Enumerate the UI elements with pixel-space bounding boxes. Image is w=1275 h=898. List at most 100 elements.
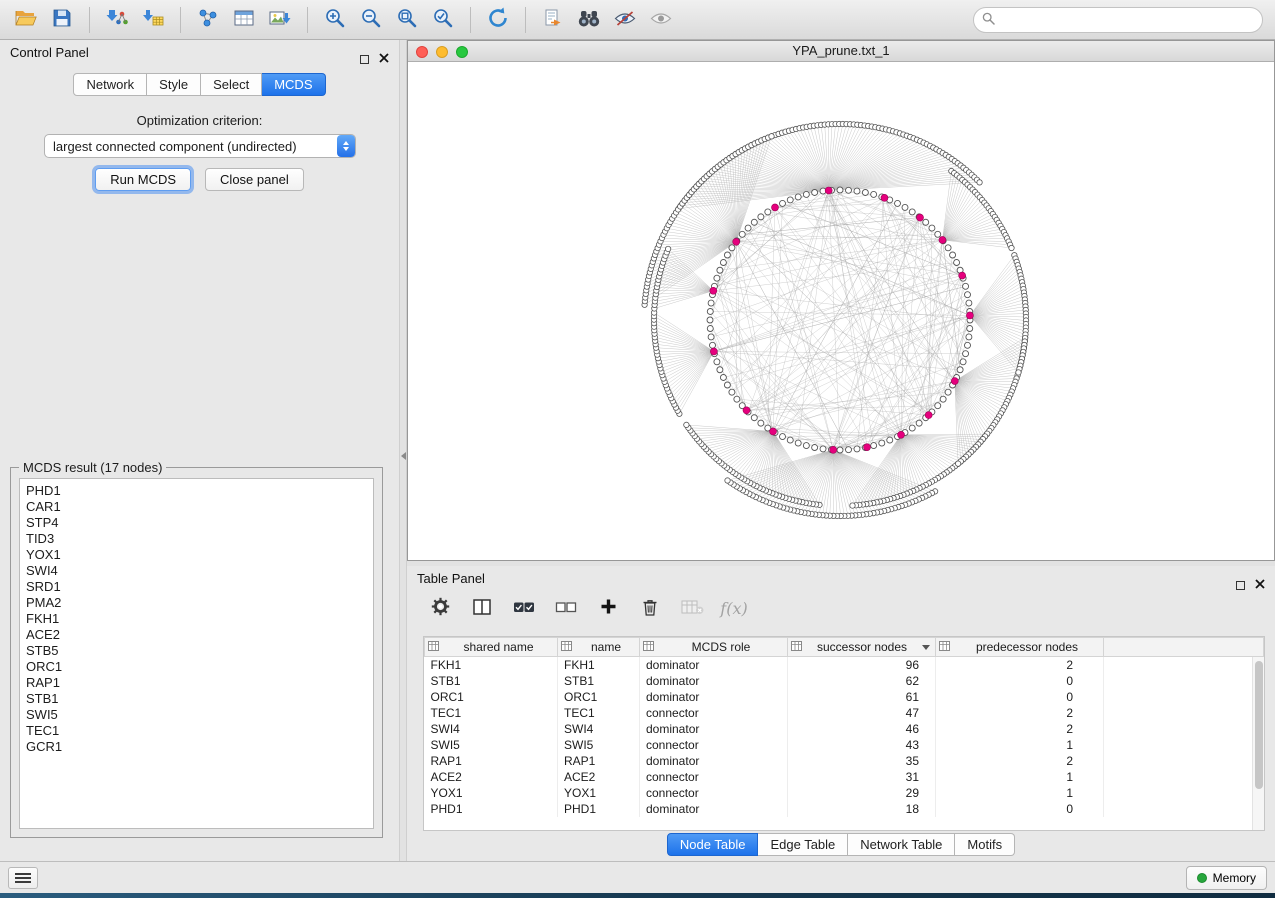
save-session-button[interactable]	[44, 4, 80, 36]
deselect-all-rows-button[interactable]	[551, 594, 581, 622]
scrollbar-thumb[interactable]	[1255, 661, 1263, 789]
column-header-mcds-role[interactable]: MCDS role	[640, 638, 788, 657]
table-settings-button[interactable]	[425, 594, 455, 622]
network-canvas[interactable]	[408, 62, 1274, 560]
zoom-fit-button[interactable]	[389, 4, 425, 36]
column-header-shared-name[interactable]: shared name	[425, 638, 558, 657]
search-network-button[interactable]	[571, 4, 607, 36]
table-scrollbar[interactable]	[1252, 657, 1264, 830]
close-panel-button[interactable]: Close panel	[205, 168, 304, 191]
float-panel-icon[interactable]	[1236, 581, 1245, 590]
result-node[interactable]: SRD1	[20, 579, 373, 595]
float-panel-icon[interactable]	[360, 55, 369, 64]
mcds-result-group: MCDS result (17 nodes) PHD1 CAR1 STP4 TI…	[10, 467, 383, 838]
gear-icon	[431, 597, 450, 619]
toolbar-separator	[470, 7, 471, 33]
table-row[interactable]: SWI5SWI5connector431	[425, 737, 1264, 753]
table-row[interactable]: YOX1YOX1connector291	[425, 785, 1264, 801]
import-table-button[interactable]	[135, 4, 171, 36]
apply-layout-button[interactable]	[480, 4, 516, 36]
result-node[interactable]: TEC1	[20, 723, 373, 739]
network-graph[interactable]	[408, 62, 1274, 560]
table-row[interactable]: ORC1ORC1dominator610	[425, 689, 1264, 705]
table-row[interactable]: STB1STB1dominator620	[425, 673, 1264, 689]
result-node[interactable]: ORC1	[20, 659, 373, 675]
result-node[interactable]: GCR1	[20, 739, 373, 755]
window-zoom-button[interactable]	[456, 46, 468, 58]
tab-motifs[interactable]: Motifs	[955, 833, 1015, 856]
result-node[interactable]: YOX1	[20, 547, 373, 563]
open-file-button[interactable]	[8, 4, 44, 36]
memory-button[interactable]: Memory	[1186, 866, 1267, 890]
import-network-button[interactable]	[99, 4, 135, 36]
criterion-dropdown[interactable]: largest connected component (undirected)	[44, 134, 356, 158]
result-node[interactable]: STB1	[20, 691, 373, 707]
zoom-selected-button[interactable]	[425, 4, 461, 36]
node-table[interactable]: shared name name MCDS role successor nod…	[423, 636, 1265, 831]
close-panel-icon[interactable]	[379, 46, 389, 72]
result-node[interactable]: STB5	[20, 643, 373, 659]
table-row[interactable]: ACE2ACE2connector311	[425, 769, 1264, 785]
criterion-dropdown-value: largest connected component (undirected)	[45, 139, 337, 154]
window-close-button[interactable]	[416, 46, 428, 58]
network-window-titlebar[interactable]: YPA_prune.txt_1	[408, 41, 1274, 62]
result-node[interactable]: SWI5	[20, 707, 373, 723]
status-bar: Memory	[0, 861, 1275, 893]
main-toolbar	[0, 0, 1275, 40]
open-folder-icon	[14, 8, 38, 31]
result-node[interactable]: PHD1	[20, 483, 373, 499]
table-header-row: shared name name MCDS role successor nod…	[425, 638, 1264, 657]
table-grid-icon	[233, 8, 255, 31]
result-node[interactable]: CAR1	[20, 499, 373, 515]
vertical-splitter[interactable]	[399, 40, 407, 861]
export-image-button[interactable]	[262, 4, 298, 36]
close-panel-icon[interactable]	[1255, 572, 1265, 598]
new-table-button[interactable]	[226, 4, 262, 36]
tab-style[interactable]: Style	[147, 73, 201, 96]
zoom-in-button[interactable]	[317, 4, 353, 36]
show-columns-button[interactable]	[467, 594, 497, 622]
network-view-window: YPA_prune.txt_1	[407, 40, 1275, 561]
trash-icon	[642, 598, 658, 619]
result-node[interactable]: SWI4	[20, 563, 373, 579]
search-box[interactable]	[973, 7, 1263, 33]
tab-edge-table[interactable]: Edge Table	[758, 833, 848, 856]
result-node[interactable]: ACE2	[20, 627, 373, 643]
tab-select[interactable]: Select	[201, 73, 262, 96]
show-annotations-button[interactable]	[643, 4, 679, 36]
sort-descending-icon[interactable]	[922, 645, 930, 650]
column-header-name[interactable]: name	[558, 638, 640, 657]
search-input[interactable]	[1000, 13, 1262, 27]
zoom-out-button[interactable]	[353, 4, 389, 36]
export-document-button[interactable]	[535, 4, 571, 36]
table-row[interactable]: SWI4SWI4dominator462	[425, 721, 1264, 737]
delete-column-button[interactable]	[635, 594, 665, 622]
status-menu-button[interactable]	[8, 867, 38, 889]
collapse-left-icon[interactable]	[401, 452, 406, 460]
column-header-successor-nodes[interactable]: successor nodes	[788, 638, 936, 657]
result-node[interactable]: RAP1	[20, 675, 373, 691]
toolbar-separator	[307, 7, 308, 33]
tab-node-table[interactable]: Node Table	[667, 833, 759, 856]
result-node[interactable]: PMA2	[20, 595, 373, 611]
column-header-predecessor-nodes[interactable]: predecessor nodes	[936, 638, 1104, 657]
window-minimize-button[interactable]	[436, 46, 448, 58]
hide-annotations-button[interactable]	[607, 4, 643, 36]
tab-mcds[interactable]: MCDS	[262, 73, 325, 96]
tab-network-table[interactable]: Network Table	[848, 833, 955, 856]
result-node[interactable]: STP4	[20, 515, 373, 531]
save-floppy-icon	[52, 8, 72, 31]
select-all-rows-button[interactable]	[509, 594, 539, 622]
new-network-button[interactable]	[190, 4, 226, 36]
result-node[interactable]: TID3	[20, 531, 373, 547]
result-node[interactable]: FKH1	[20, 611, 373, 627]
add-column-button[interactable]	[593, 594, 623, 622]
tab-network[interactable]: Network	[73, 73, 147, 96]
table-row[interactable]: RAP1RAP1dominator352	[425, 753, 1264, 769]
table-row[interactable]: PHD1PHD1dominator180	[425, 801, 1264, 817]
table-row[interactable]: FKH1FKH1dominator962	[425, 657, 1264, 673]
mcds-result-list[interactable]: PHD1 CAR1 STP4 TID3 YOX1 SWI4 SRD1 PMA2 …	[19, 478, 374, 829]
column-grid-icon	[939, 640, 950, 654]
run-mcds-button[interactable]: Run MCDS	[95, 168, 191, 191]
table-row[interactable]: TEC1TEC1connector472	[425, 705, 1264, 721]
